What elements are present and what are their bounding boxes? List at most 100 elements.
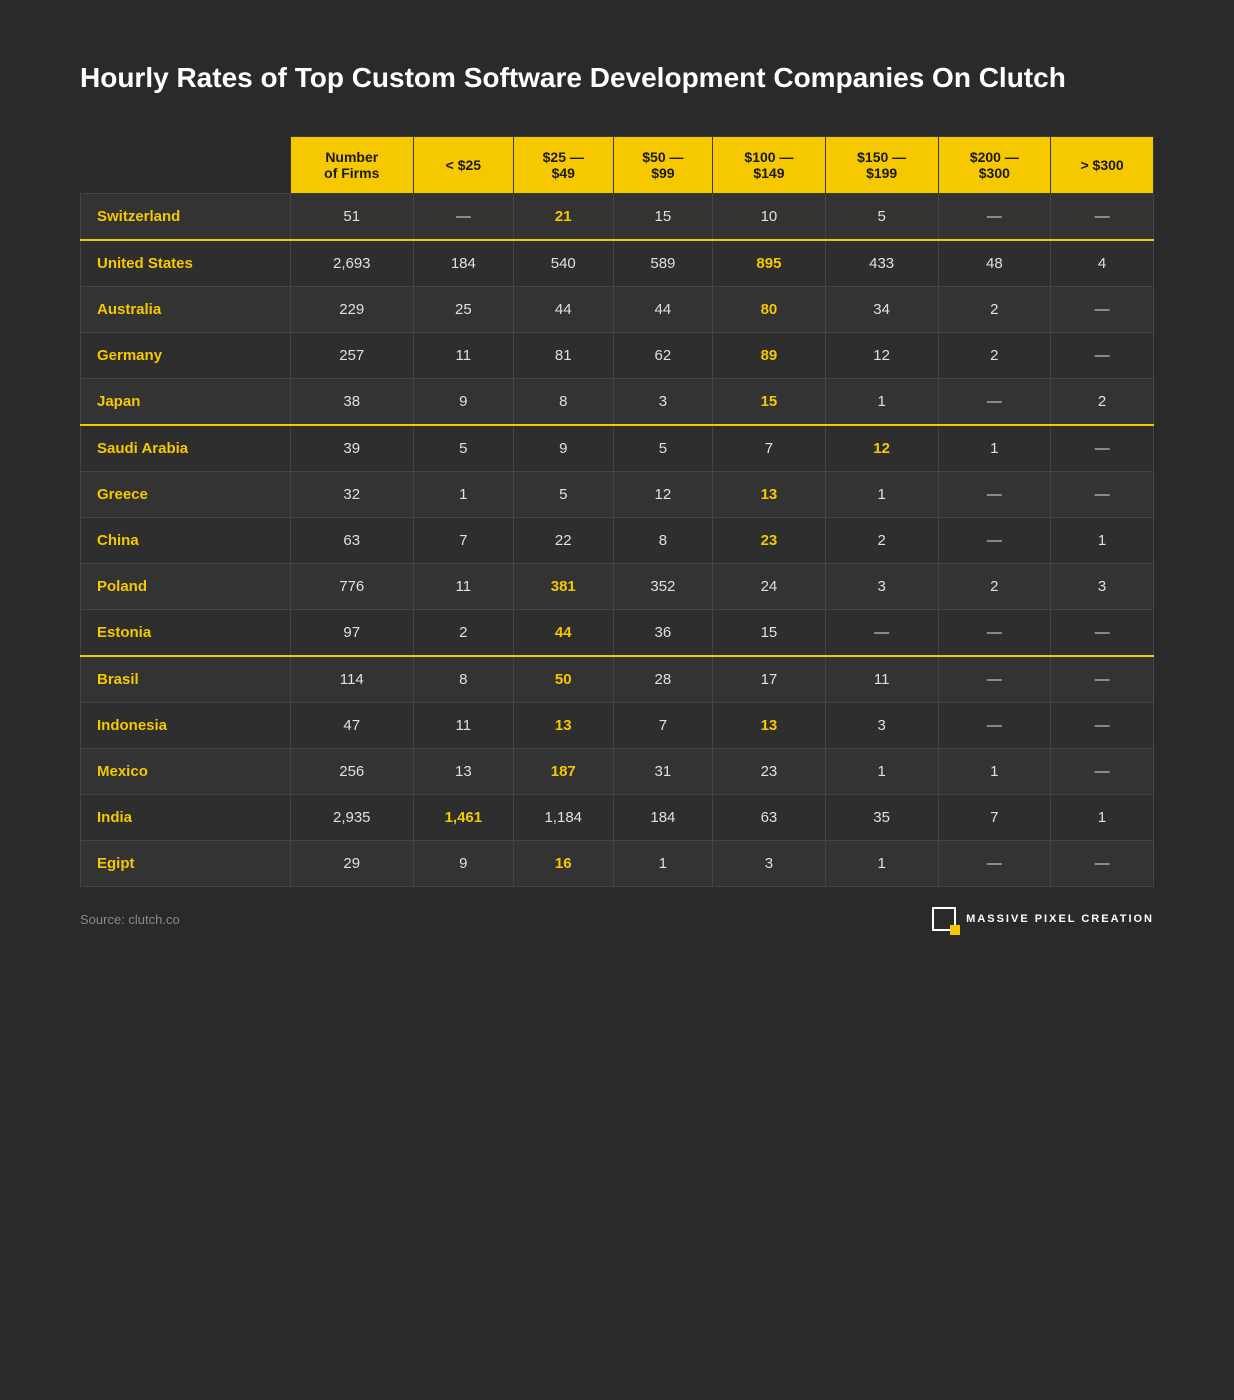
table-row: Mexico25613187312311— [81,749,1154,795]
cell-50to99: 31 [613,749,712,795]
cell-100to149: 63 [713,795,826,841]
cell-gt300: 4 [1051,240,1154,287]
cell-lt25: 25 [413,287,513,333]
cell-150to199: 2 [825,518,938,564]
cell-150to199: 1 [825,749,938,795]
cell-200to300: — [938,194,1051,241]
table-row: Germany25711816289122— [81,333,1154,379]
cell-200to300: 2 [938,564,1051,610]
cell-200to300: — [938,518,1051,564]
cell-100to149: 895 [713,240,826,287]
table-row: Brasil114850281711—— [81,656,1154,703]
cell-country: Brasil [81,656,291,703]
cell-gt300: — [1051,656,1154,703]
header-lt25: < $25 [413,137,513,194]
cell-country: Saudi Arabia [81,425,291,472]
cell-country: Estonia [81,610,291,657]
cell-25to49: 44 [513,610,613,657]
header-gt300: > $300 [1051,137,1154,194]
cell-25to49: 5 [513,472,613,518]
cell-firms: 38 [290,379,413,426]
cell-gt300: — [1051,703,1154,749]
cell-lt25: 184 [413,240,513,287]
cell-firms: 47 [290,703,413,749]
cell-country: Japan [81,379,291,426]
cell-150to199: 3 [825,703,938,749]
cell-gt300: 1 [1051,518,1154,564]
cell-country: Greece [81,472,291,518]
cell-100to149: 13 [713,703,826,749]
cell-50to99: 8 [613,518,712,564]
table-row: Saudi Arabia395957121— [81,425,1154,472]
cell-25to49: 381 [513,564,613,610]
cell-50to99: 28 [613,656,712,703]
page-title: Hourly Rates of Top Custom Software Deve… [80,60,1154,96]
cell-lt25: 1,461 [413,795,513,841]
cell-200to300: 1 [938,425,1051,472]
table-row: Egipt29916131—— [81,841,1154,887]
footer: Source: clutch.co MASSIVE PIXEL CREATION [80,907,1154,931]
cell-100to149: 80 [713,287,826,333]
table-row: Australia22925444480342— [81,287,1154,333]
table-row: China637228232—1 [81,518,1154,564]
cell-200to300: — [938,703,1051,749]
cell-200to300: — [938,379,1051,426]
cell-25to49: 44 [513,287,613,333]
cell-50to99: 44 [613,287,712,333]
cell-50to99: 184 [613,795,712,841]
cell-150to199: 34 [825,287,938,333]
cell-lt25: 9 [413,379,513,426]
logo-area: MASSIVE PIXEL CREATION [932,907,1154,931]
cell-country: Poland [81,564,291,610]
logo-text: MASSIVE PIXEL CREATION [966,913,1154,925]
cell-150to199: 5 [825,194,938,241]
cell-25to49: 1,184 [513,795,613,841]
cell-200to300: — [938,656,1051,703]
cell-150to199: 11 [825,656,938,703]
cell-150to199: 433 [825,240,938,287]
cell-200to300: 2 [938,333,1051,379]
cell-country: Australia [81,287,291,333]
cell-100to149: 24 [713,564,826,610]
cell-150to199: 1 [825,841,938,887]
cell-firms: 257 [290,333,413,379]
cell-100to149: 23 [713,518,826,564]
cell-200to300: 1 [938,749,1051,795]
cell-gt300: — [1051,749,1154,795]
cell-country: China [81,518,291,564]
cell-50to99: 7 [613,703,712,749]
cell-lt25: 11 [413,333,513,379]
cell-200to300: — [938,610,1051,657]
cell-100to149: 10 [713,194,826,241]
cell-50to99: 589 [613,240,712,287]
cell-50to99: 36 [613,610,712,657]
cell-25to49: 9 [513,425,613,472]
cell-gt300: — [1051,425,1154,472]
header-country [81,137,291,194]
cell-gt300: 2 [1051,379,1154,426]
logo-icon [932,907,956,931]
cell-25to49: 50 [513,656,613,703]
cell-lt25: 11 [413,703,513,749]
cell-firms: 39 [290,425,413,472]
cell-100to149: 17 [713,656,826,703]
cell-gt300: — [1051,841,1154,887]
cell-lt25: 13 [413,749,513,795]
table-row: Greece321512131—— [81,472,1154,518]
cell-firms: 97 [290,610,413,657]
cell-firms: 63 [290,518,413,564]
cell-100to149: 15 [713,610,826,657]
cell-100to149: 23 [713,749,826,795]
cell-150to199: 1 [825,472,938,518]
table-row: Poland7761138135224323 [81,564,1154,610]
cell-150to199: 3 [825,564,938,610]
cell-gt300: 1 [1051,795,1154,841]
header-firms: Numberof Firms [290,137,413,194]
cell-country: India [81,795,291,841]
cell-150to199: 1 [825,379,938,426]
cell-50to99: 5 [613,425,712,472]
cell-gt300: — [1051,472,1154,518]
cell-50to99: 62 [613,333,712,379]
cell-firms: 256 [290,749,413,795]
cell-lt25: 7 [413,518,513,564]
